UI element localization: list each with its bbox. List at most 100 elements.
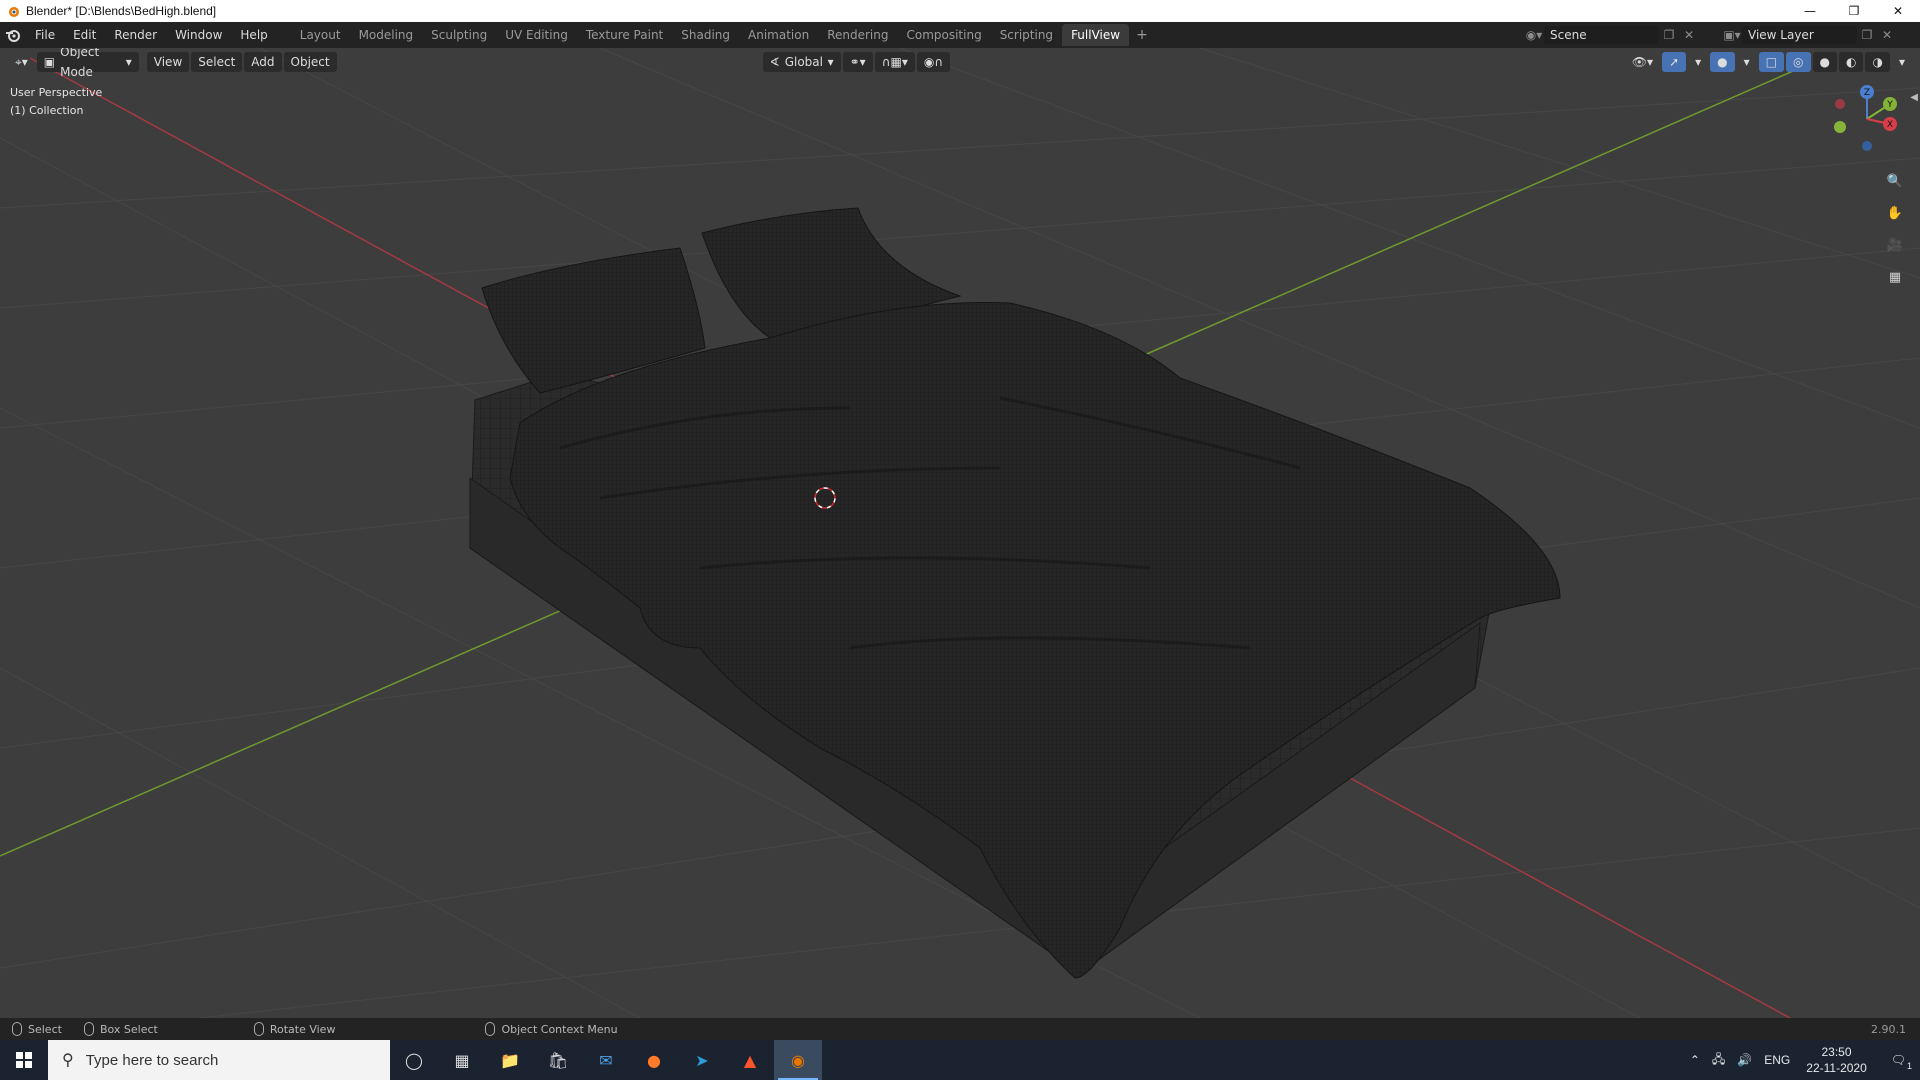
scene-icon[interactable]: ◉▾ (1524, 26, 1544, 44)
status-select: Select (12, 1022, 62, 1036)
blender-app-icon (9, 7, 19, 17)
firefox-icon[interactable]: ● (630, 1040, 678, 1080)
workspace-tabs: Layout Modeling Sculpting UV Editing Tex… (291, 22, 1155, 48)
brave-icon[interactable]: ▲ (726, 1040, 774, 1080)
viewport-header: ⌖▾ ▣ Object Mode ▾ View Select Add Objec… (0, 48, 1920, 79)
navigation-gizmo[interactable]: Z Y X (1832, 84, 1902, 154)
windows-taskbar: ⚲ Type here to search ◯ ▦ 📁 🛍 ✉ ● ➤ ▲ ◉ … (0, 1040, 1920, 1080)
menu-window[interactable]: Window (166, 22, 231, 48)
menu-object[interactable]: Object (283, 52, 337, 72)
clock[interactable]: 23:50 22-11-2020 (1796, 1044, 1877, 1076)
status-box-select: Box Select (83, 1022, 158, 1036)
search-icon: ⚲ (62, 1052, 74, 1069)
clock-date: 22-11-2020 (1806, 1061, 1867, 1075)
add-workspace-button[interactable]: + (1129, 27, 1155, 43)
file-explorer-icon[interactable]: 📁 (486, 1040, 534, 1080)
mode-selector[interactable]: ▣ Object Mode ▾ (36, 48, 139, 79)
tab-layout[interactable]: Layout (291, 24, 350, 46)
tab-scripting[interactable]: Scripting (991, 24, 1062, 46)
version-label: 2.90.1 (1871, 1022, 1906, 1036)
scene-name-field[interactable]: Scene (1544, 26, 1659, 44)
overlay-dropdown-icon[interactable]: ▾ (1737, 52, 1757, 72)
tab-animation[interactable]: Animation (739, 24, 818, 46)
network-icon[interactable]: 🖧 (1706, 1050, 1731, 1071)
wireframe-shading-icon[interactable]: ◎ (1786, 52, 1811, 72)
status-box-select-label: Box Select (99, 1022, 158, 1036)
chevron-down-icon: ▾ (827, 55, 834, 69)
viewport-scene (0, 48, 1920, 1018)
tab-compositing[interactable]: Compositing (897, 24, 990, 46)
tab-uv-editing[interactable]: UV Editing (496, 24, 577, 46)
perspective-label: User Perspective (10, 86, 103, 99)
tab-texture-paint[interactable]: Texture Paint (577, 24, 672, 46)
editor-type-icon[interactable]: ⌖▾ (8, 52, 35, 72)
windows-start-icon[interactable] (0, 1040, 48, 1080)
solid-shading-icon[interactable]: ● (1812, 52, 1837, 72)
grid-ortho-icon[interactable]: ▦ (1882, 264, 1908, 290)
menu-render[interactable]: Render (105, 22, 166, 48)
view-layer-icon[interactable]: ▣▾ (1722, 26, 1742, 44)
volume-icon[interactable]: 🔊 (1731, 1053, 1758, 1067)
material-shading-icon[interactable]: ◐ (1839, 52, 1864, 72)
minimize-icon[interactable]: — (1788, 0, 1832, 22)
blender-logo-icon[interactable] (0, 22, 26, 48)
status-rotate-label: Rotate View (269, 1022, 336, 1036)
status-context-label: Object Context Menu (501, 1022, 618, 1036)
taskbar-search[interactable]: ⚲ Type here to search (48, 1040, 390, 1080)
pan-hand-icon[interactable]: ✋ (1882, 200, 1908, 226)
3d-viewport[interactable]: ⌖▾ ▣ Object Mode ▾ View Select Add Objec… (0, 48, 1920, 1018)
menu-file[interactable]: File (26, 22, 64, 48)
overlay-toggle-icon[interactable]: ● (1710, 52, 1735, 72)
tab-fullview[interactable]: FullView (1062, 24, 1130, 46)
view-layer-name-field[interactable]: View Layer (1742, 26, 1857, 44)
sidebar-toggle-icon[interactable]: ◀ (1910, 92, 1918, 103)
new-scene-icon[interactable]: ❐ (1659, 26, 1679, 44)
blender-icon[interactable]: ◉ (774, 1040, 822, 1080)
new-view-layer-icon[interactable]: ❐ (1857, 26, 1877, 44)
menu-add[interactable]: Add (244, 52, 282, 72)
shading-dropdown-icon[interactable]: ▾ (1892, 52, 1912, 72)
mouse-right-icon (485, 1022, 496, 1036)
task-view-icon[interactable]: ▦ (438, 1040, 486, 1080)
tab-rendering[interactable]: Rendering (818, 24, 897, 46)
gizmo-toggle-icon[interactable]: ➚ (1662, 52, 1687, 72)
vscode-icon[interactable]: ➤ (678, 1040, 726, 1080)
proportional-edit-icon[interactable]: ◉∩ (916, 52, 951, 72)
tab-sculpting[interactable]: Sculpting (422, 24, 496, 46)
orientation-icon: ∢ (769, 55, 780, 69)
window-titlebar: Blender* [D:\Blends\BedHigh.blend] — ❐ ✕ (0, 0, 1920, 22)
language-indicator[interactable]: ENG (1758, 1053, 1796, 1067)
gizmo-dropdown-icon[interactable]: ▾ (1688, 52, 1708, 72)
pivot-icon[interactable]: ⚭▾ (842, 52, 873, 72)
orientation-selector[interactable]: ∢ Global ▾ (762, 52, 841, 72)
store-icon[interactable]: 🛍 (534, 1040, 582, 1080)
scene-selector: ◉▾ Scene ❐ ✕ (1524, 24, 1699, 46)
close-icon[interactable]: ✕ (1876, 0, 1920, 22)
window-title: Blender* [D:\Blends\BedHigh.blend] (26, 4, 217, 18)
tab-shading[interactable]: Shading (672, 24, 739, 46)
delete-view-layer-icon[interactable]: ✕ (1877, 26, 1897, 44)
chevron-down-icon: ▾ (125, 55, 132, 69)
search-placeholder: Type here to search (85, 1051, 219, 1069)
clock-time: 23:50 (1821, 1045, 1852, 1059)
zoom-icon[interactable]: 🔍 (1882, 168, 1908, 194)
status-select-label: Select (28, 1022, 62, 1036)
snap-icon[interactable]: ∩▦▾ (874, 52, 915, 72)
menu-edit[interactable]: Edit (64, 22, 105, 48)
mode-label: Object Mode (60, 48, 100, 79)
restore-icon[interactable]: ❐ (1832, 0, 1876, 22)
rendered-shading-icon[interactable]: ◑ (1865, 52, 1890, 72)
tray-chevron-up-icon[interactable]: ⌃ (1684, 1053, 1706, 1067)
menu-view[interactable]: View (146, 52, 190, 72)
status-bar: Select Box Select Rotate View Object Con… (0, 1018, 1920, 1040)
tab-modeling[interactable]: Modeling (350, 24, 423, 46)
mail-icon[interactable]: ✉ (582, 1040, 630, 1080)
cortana-icon[interactable]: ◯ (390, 1040, 438, 1080)
xray-toggle-icon[interactable]: □ (1758, 52, 1785, 72)
menu-help[interactable]: Help (231, 22, 276, 48)
visibility-icon[interactable]: 👁▾ (1625, 52, 1660, 72)
delete-scene-icon[interactable]: ✕ (1679, 26, 1699, 44)
camera-icon[interactable]: 🎥 (1882, 232, 1908, 258)
notification-icon[interactable]: 🗨 1 (1877, 1053, 1920, 1071)
menu-select[interactable]: Select (191, 52, 243, 72)
